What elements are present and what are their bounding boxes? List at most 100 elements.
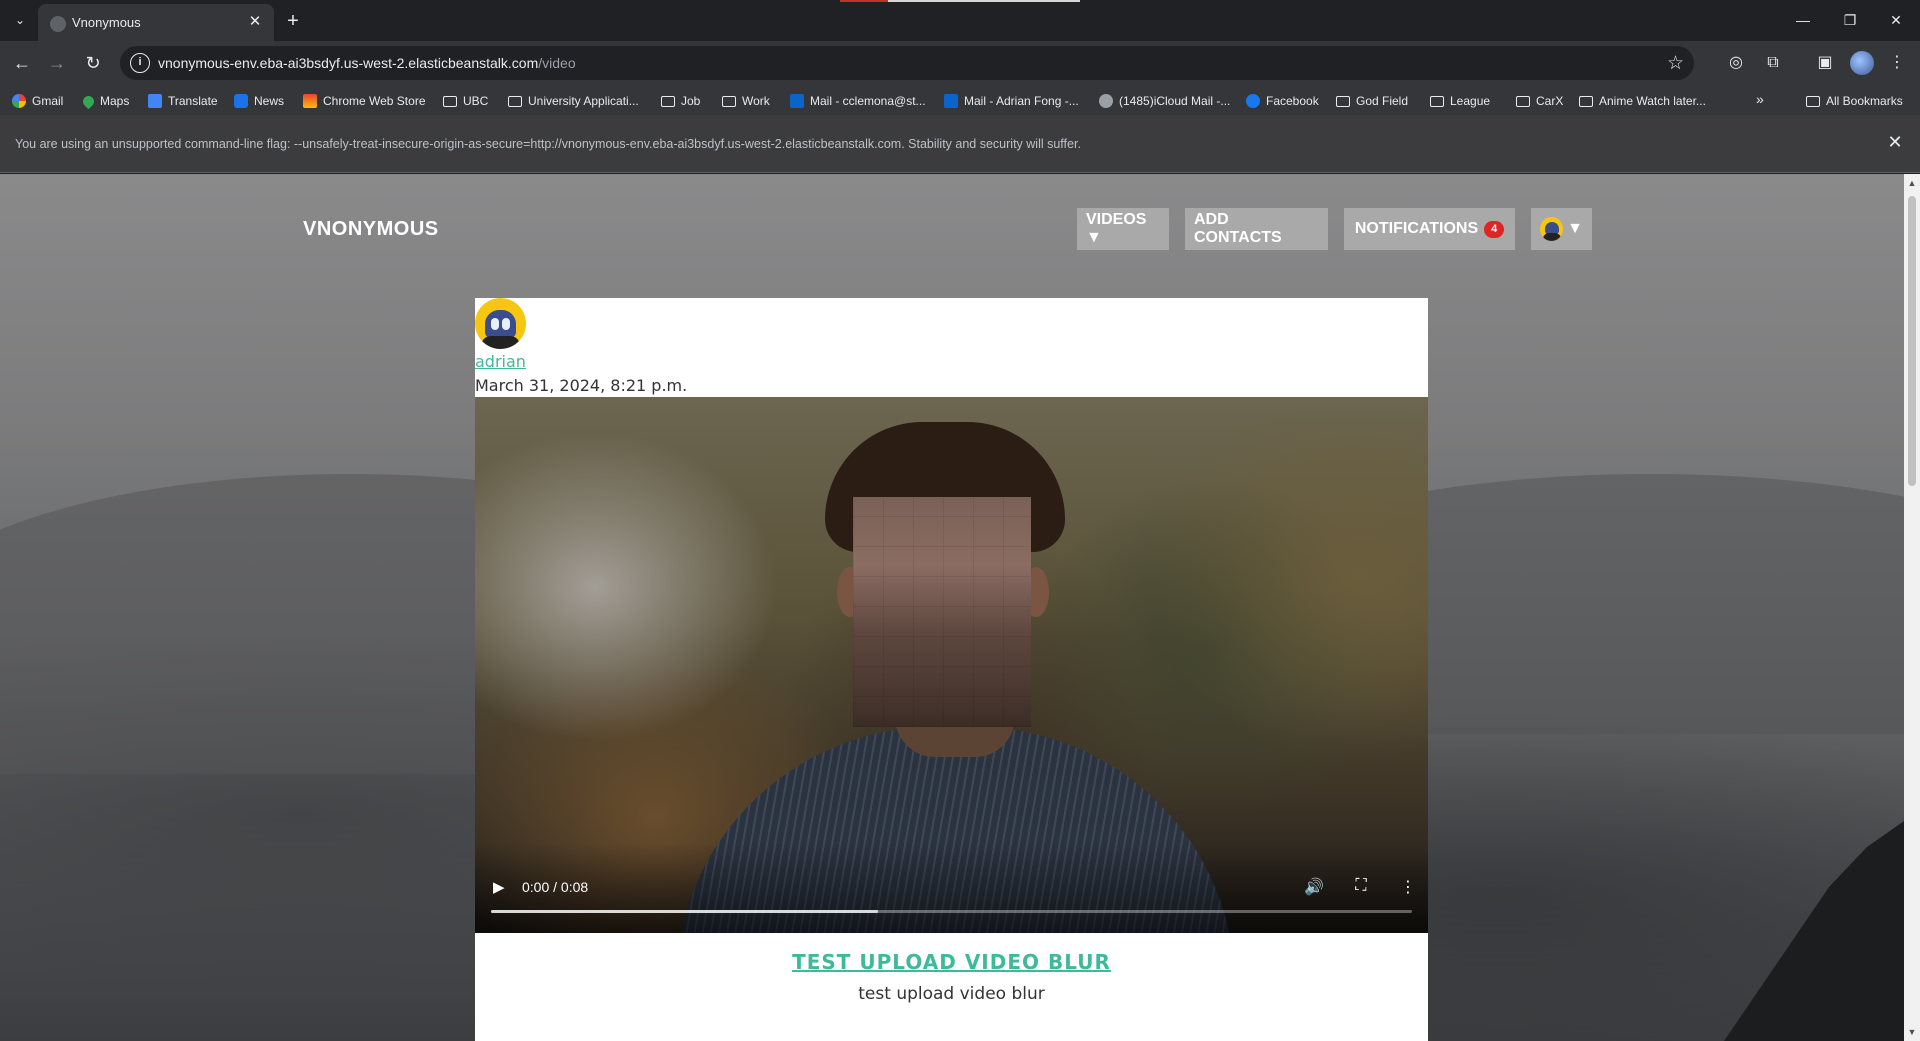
bookmark-label: Facebook xyxy=(1266,94,1319,108)
url-host: vnonymous-env.eba-ai3bsdyf.us-west-2.ela… xyxy=(158,55,539,71)
video-description: test upload video blur xyxy=(858,984,1045,1004)
video-progress-bar[interactable] xyxy=(491,910,1412,913)
tab-close-icon[interactable]: ✕ xyxy=(246,13,264,31)
more-bookmarks-chevron-icon[interactable]: » xyxy=(1756,91,1764,107)
bookmark-label: Job xyxy=(681,94,701,108)
bookmark-label: Mail - Adrian Fong -... xyxy=(964,94,1079,108)
avatar-eye xyxy=(502,318,510,330)
news-icon xyxy=(234,94,248,108)
bookmark-god-field[interactable]: God Field xyxy=(1336,91,1408,111)
bookmark-label: Maps xyxy=(100,94,130,108)
bookmark-facebook[interactable]: Facebook xyxy=(1246,91,1319,111)
play-icon[interactable]: ▶ xyxy=(493,878,505,896)
globe-icon xyxy=(50,16,66,32)
user-avatar xyxy=(1540,217,1564,241)
folder-icon xyxy=(661,95,675,107)
scroll-down-arrow-icon[interactable]: ▼ xyxy=(1907,1027,1917,1037)
profile-avatar[interactable] xyxy=(1850,51,1874,75)
url-path: /video xyxy=(538,55,576,71)
folder-icon xyxy=(1516,95,1530,107)
folder-icon xyxy=(1579,95,1593,107)
bookmark-label: Anime Watch later... xyxy=(1599,94,1706,108)
new-tab-button[interactable]: + xyxy=(280,8,306,34)
bookmark-job[interactable]: Job xyxy=(661,91,700,111)
bookmark-star-icon[interactable]: ☆ xyxy=(1667,52,1684,75)
folder-icon xyxy=(508,95,522,107)
close-window-icon[interactable]: ✕ xyxy=(1873,6,1919,34)
facebook-icon xyxy=(1246,94,1260,108)
page-scrollbar[interactable]: ▲ ▼ xyxy=(1904,174,1920,1041)
profile-menu-button[interactable]: ▼ xyxy=(1531,208,1592,250)
extensions-puzzle-icon[interactable]: ⧉ xyxy=(1761,51,1785,75)
bookmark-label: University Applicati... xyxy=(528,94,639,108)
site-logo[interactable]: VNONYMOUS xyxy=(303,218,439,241)
restore-window-icon[interactable]: ❐ xyxy=(1827,6,1873,34)
bookmark-news[interactable]: News xyxy=(234,91,284,111)
videos-dropdown-button[interactable]: VIDEOS ▼ xyxy=(1077,208,1169,250)
side-panel-icon[interactable]: ▣ xyxy=(1813,51,1837,75)
extension-glasses-icon[interactable]: ◎ xyxy=(1724,51,1748,75)
forward-arrow-icon[interactable]: → xyxy=(43,49,71,77)
minimize-window-icon[interactable]: — xyxy=(1780,6,1826,34)
bookmark-label: God Field xyxy=(1356,94,1409,108)
bookmark-carx[interactable]: CarX xyxy=(1516,91,1563,111)
folder-icon xyxy=(1806,95,1820,107)
folder-icon xyxy=(1336,95,1350,107)
bookmark-label: Mail - cclemona@st... xyxy=(810,94,926,108)
bookmark-mail-cclemona[interactable]: Mail - cclemona@st... xyxy=(790,91,926,111)
bookmark-mail-adrian[interactable]: Mail - Adrian Fong -... xyxy=(944,91,1079,111)
fullscreen-icon[interactable]: ⛶ xyxy=(1351,877,1371,895)
bookmarks-bar: Gmail Maps Translate News Chrome Web Sto… xyxy=(0,85,1920,115)
notification-count-badge: 4 xyxy=(1484,220,1505,238)
video-options-dots-icon[interactable]: ⋮ xyxy=(1398,877,1418,897)
author-link[interactable]: adrian xyxy=(475,352,526,371)
bookmark-maps[interactable]: Maps xyxy=(80,91,130,111)
notifications-label: NOTIFICATIONS xyxy=(1354,220,1479,237)
maps-icon xyxy=(80,93,97,109)
video-post-card: adrian March 31, 2024, 8:21 p.m. ▶ 0:00 … xyxy=(475,298,1428,1041)
bookmark-university-applications[interactable]: University Applicati... xyxy=(508,91,639,111)
bookmark-icloud-mail[interactable]: (1485)iCloud Mail -... xyxy=(1099,91,1230,111)
avatar-eye xyxy=(491,318,499,330)
tab-search-chevron-icon[interactable]: ⌄ xyxy=(8,8,32,32)
url-text[interactable]: vnonymous-env.eba-ai3bsdyf.us-west-2.ela… xyxy=(158,55,576,71)
infobar-close-icon[interactable]: ✕ xyxy=(1884,132,1906,153)
bookmark-chrome-web-store[interactable]: Chrome Web Store xyxy=(303,91,426,111)
bookmark-league[interactable]: League xyxy=(1430,91,1490,111)
notifications-button[interactable]: NOTIFICATIONS 4 xyxy=(1344,208,1515,250)
warning-infobar: You are using an unsupported command-lin… xyxy=(0,115,1920,173)
page-viewport: VNONYMOUS VIDEOS ▼ ADD CONTACTS NOTIFICA… xyxy=(0,174,1904,1041)
apple-icon xyxy=(1099,94,1113,108)
bookmark-label: League xyxy=(1450,94,1491,108)
volume-icon[interactable]: 🔊 xyxy=(1304,877,1324,897)
bookmark-anime-watch-later[interactable]: Anime Watch later... xyxy=(1579,91,1706,111)
browser-tab[interactable]: Vnonymous ✕ xyxy=(38,4,274,41)
bookmark-work[interactable]: Work xyxy=(722,91,770,111)
blurred-face xyxy=(853,497,1031,727)
bookmark-translate[interactable]: Translate xyxy=(148,91,218,111)
all-bookmarks-label: All Bookmarks xyxy=(1826,94,1903,108)
bookmark-label: UBC xyxy=(463,94,489,108)
video-player[interactable]: ▶ 0:00 / 0:08 🔊 ⛶ ⋮ xyxy=(475,397,1428,933)
post-date: March 31, 2024, 8:21 p.m. xyxy=(475,376,688,395)
video-controls-overlay xyxy=(475,843,1428,933)
bookmark-ubc[interactable]: UBC xyxy=(443,91,488,111)
tab-title: Vnonymous xyxy=(72,15,141,30)
back-arrow-icon[interactable]: ← xyxy=(8,49,36,77)
video-title-link[interactable]: TEST UPLOAD VIDEO BLUR xyxy=(475,950,1428,974)
tab-strip: ⌄ Vnonymous ✕ + — ❐ ✕ xyxy=(0,0,1920,41)
bookmark-gmail[interactable]: Gmail xyxy=(12,91,63,111)
video-buffered-bar xyxy=(491,910,878,913)
address-bar[interactable]: i vnonymous-env.eba-ai3bsdyf.us-west-2.e… xyxy=(120,46,1694,80)
site-info-icon[interactable]: i xyxy=(130,53,150,73)
bookmark-label: CarX xyxy=(1536,94,1564,108)
bookmark-label: Work xyxy=(742,94,770,108)
author-avatar[interactable] xyxy=(475,298,526,349)
scroll-up-arrow-icon[interactable]: ▲ xyxy=(1907,178,1917,188)
scrollbar-thumb[interactable] xyxy=(1908,196,1916,486)
folder-icon xyxy=(1430,95,1444,107)
reload-icon[interactable]: ↻ xyxy=(79,49,107,77)
all-bookmarks[interactable]: All Bookmarks xyxy=(1806,91,1903,111)
menu-dots-icon[interactable]: ⋮ xyxy=(1885,51,1909,75)
add-contacts-button[interactable]: ADD CONTACTS xyxy=(1185,208,1328,250)
